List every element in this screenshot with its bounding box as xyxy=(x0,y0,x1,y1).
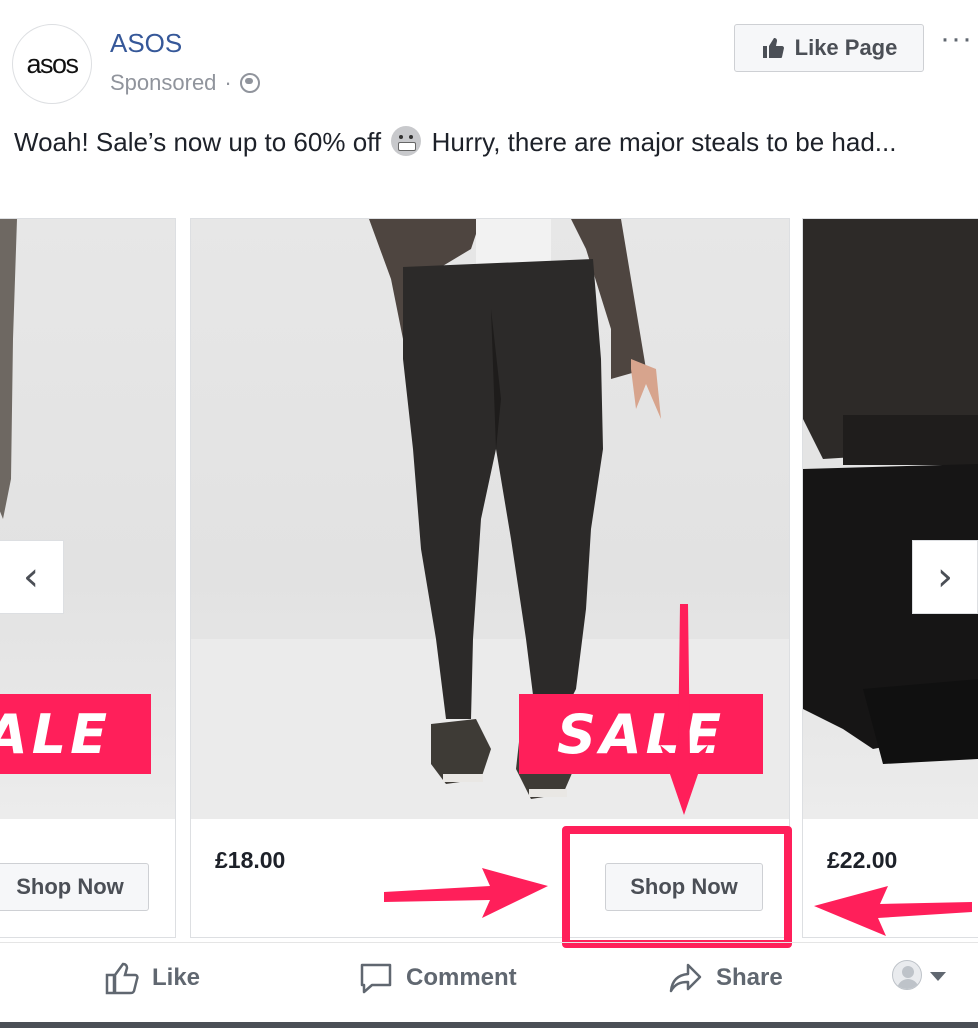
arrow-right-icon xyxy=(384,868,548,918)
like-label: Like xyxy=(152,964,201,991)
arrow-down-icon xyxy=(660,604,708,815)
share-icon xyxy=(669,963,702,993)
viewer-avatar[interactable] xyxy=(892,960,922,990)
thumbs-up-icon xyxy=(105,962,139,995)
like-button[interactable]: Like xyxy=(104,961,200,995)
annotation-arrows xyxy=(384,604,972,936)
share-label: Share xyxy=(716,964,783,991)
share-button[interactable]: Share xyxy=(668,961,783,995)
post-actions: Like Comment Share xyxy=(0,942,978,1016)
comment-button[interactable]: Comment xyxy=(358,961,517,995)
chevron-down-icon[interactable] xyxy=(930,972,946,981)
arrow-left-icon xyxy=(814,886,972,936)
comment-icon xyxy=(360,963,392,994)
comment-label: Comment xyxy=(406,964,517,991)
bottom-divider xyxy=(0,1022,978,1028)
